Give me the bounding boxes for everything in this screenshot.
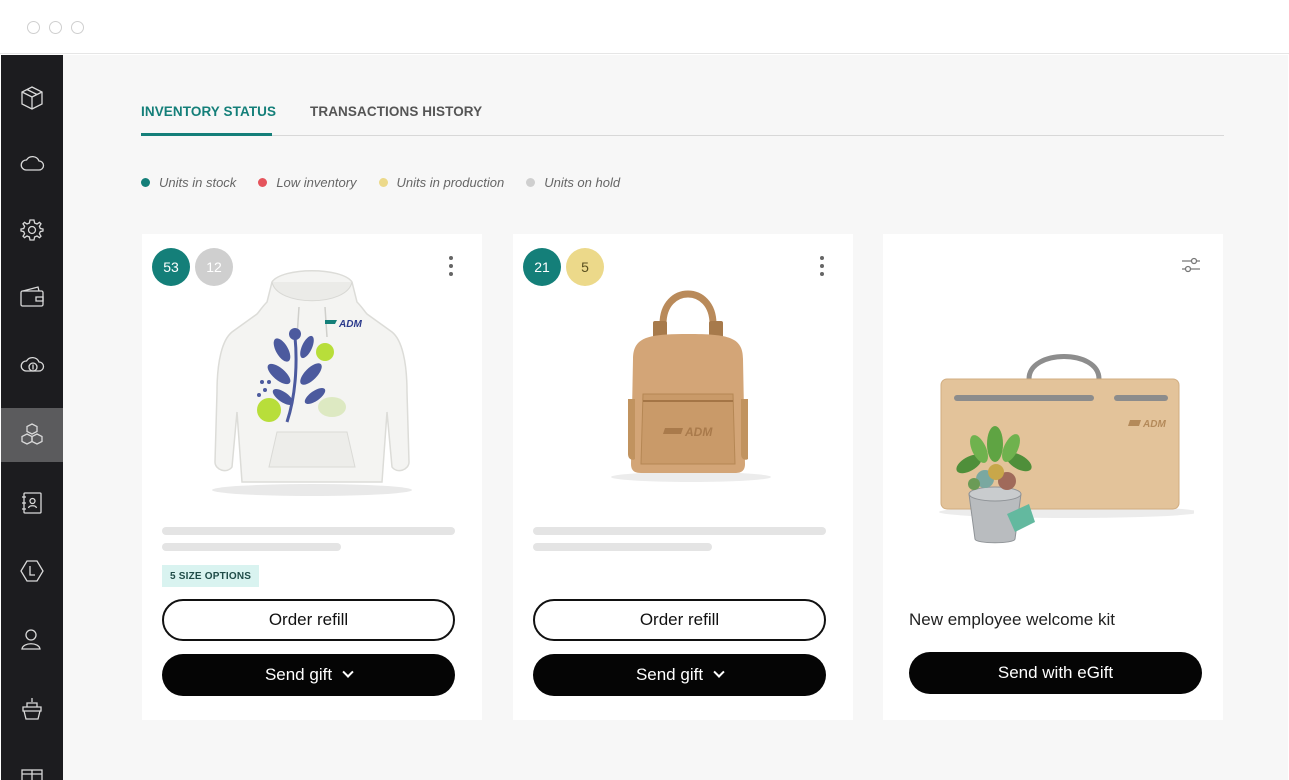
cloud-icon — [20, 155, 45, 171]
kit-title: New employee welcome kit — [909, 610, 1115, 629]
active-tab-indicator — [141, 133, 272, 136]
sidebar — [1, 55, 63, 780]
backpack-image: ADM — [611, 290, 771, 482]
order-refill-button[interactable]: Order refill — [162, 599, 455, 641]
hexagon-logo-icon — [20, 560, 44, 582]
backpack-brand-logo: ADM — [684, 425, 713, 439]
window-maximize-dot[interactable] — [71, 21, 84, 34]
sidebar-item-brand[interactable] — [1, 544, 63, 598]
sidebar-item-gifts[interactable] — [1, 747, 63, 780]
sidebar-item-contacts[interactable] — [1, 476, 63, 530]
app-window: INVENTORY STATUS TRANSACTIONS HISTORY Un… — [0, 0, 1289, 780]
tab-inventory-status[interactable]: INVENTORY STATUS — [141, 104, 276, 119]
skeleton-line — [162, 543, 341, 551]
more-options-icon[interactable] — [819, 256, 825, 276]
send-gift-label: Send gift — [264, 665, 333, 684]
more-options-icon[interactable] — [448, 256, 454, 276]
main-content: INVENTORY STATUS TRANSACTIONS HISTORY Un… — [63, 55, 1288, 780]
legend-dot-low-inventory — [258, 178, 268, 187]
gear-icon — [20, 219, 44, 241]
size-options-badge: 5 SIZE OPTIONS — [162, 565, 260, 587]
legend-label: Units in stock — [159, 175, 237, 190]
send-gift-button[interactable]: Send gift — [533, 654, 826, 696]
sidebar-item-wallet[interactable] — [1, 270, 63, 324]
chevron-down-icon — [342, 666, 354, 678]
skeleton-line — [162, 527, 455, 535]
window-close-dot[interactable] — [27, 21, 40, 34]
legend: Units in stock Low inventory Units in pr… — [141, 175, 642, 190]
legend-dot-in-production — [378, 178, 388, 187]
send-gift-button[interactable]: Send gift — [162, 654, 455, 696]
in-production-count-badge: 5 — [566, 248, 604, 286]
product-card-welcome-kit: ADM New employee welcome kit Send with e… — [883, 234, 1223, 720]
legend-dot-on-hold — [526, 178, 536, 187]
boxes-icon — [21, 423, 43, 445]
skeleton-line — [533, 543, 712, 551]
sidebar-item-occasions[interactable] — [1, 682, 63, 736]
legend-item-in-stock: Units in stock — [141, 175, 236, 190]
skeleton-line — [533, 527, 826, 535]
tab-bar: INVENTORY STATUS TRANSACTIONS HISTORY — [141, 95, 1224, 136]
chevron-down-icon — [713, 666, 725, 678]
tab-transactions-history[interactable]: TRANSACTIONS HISTORY — [310, 104, 482, 119]
sidebar-item-settings[interactable] — [1, 203, 63, 257]
box-icon — [21, 86, 43, 110]
legend-label: Units in production — [396, 175, 505, 190]
sidebar-item-products[interactable] — [1, 71, 63, 125]
sidebar-item-account[interactable] — [1, 612, 63, 666]
legend-item-on-hold: Units on hold — [526, 175, 620, 190]
hoodie-image: ADM — [212, 270, 412, 496]
product-card-backpack: 21 5 ADM Order refill Send gift — [513, 234, 853, 720]
legend-label: Units on hold — [544, 175, 621, 190]
window-minimize-dot[interactable] — [49, 21, 62, 34]
legend-dot-in-stock — [141, 178, 150, 187]
gift-icon — [21, 769, 43, 780]
sidebar-item-payments[interactable] — [1, 337, 63, 391]
send-with-egift-button[interactable]: Send with eGift — [909, 652, 1202, 694]
wallet-icon — [20, 286, 44, 307]
legend-item-in-production: Units in production — [378, 175, 505, 190]
welcome-kit-image: ADM — [939, 354, 1194, 544]
cloud-dollar-icon — [20, 356, 45, 372]
cake-icon — [22, 698, 42, 720]
hoodie-brand-logo: ADM — [338, 319, 362, 330]
kit-brand-logo: ADM — [1142, 419, 1166, 430]
sidebar-item-inventory[interactable] — [1, 408, 63, 462]
title-bar — [0, 0, 1289, 54]
sidebar-item-cloud[interactable] — [1, 137, 63, 191]
legend-item-low-inventory: Low inventory — [258, 175, 357, 190]
contact-book-icon — [22, 492, 42, 514]
order-refill-button[interactable]: Order refill — [533, 599, 826, 641]
stock-count-badge: 53 — [152, 248, 190, 286]
sliders-icon[interactable] — [1181, 256, 1201, 274]
product-card-hoodie: 53 12 ADM 5 SIZE OPTIONS Order refill Se… — [142, 234, 482, 720]
send-gift-label: Send gift — [635, 665, 704, 684]
stock-count-badge: 21 — [523, 248, 561, 286]
user-icon — [21, 629, 41, 650]
legend-label: Low inventory — [276, 175, 357, 190]
